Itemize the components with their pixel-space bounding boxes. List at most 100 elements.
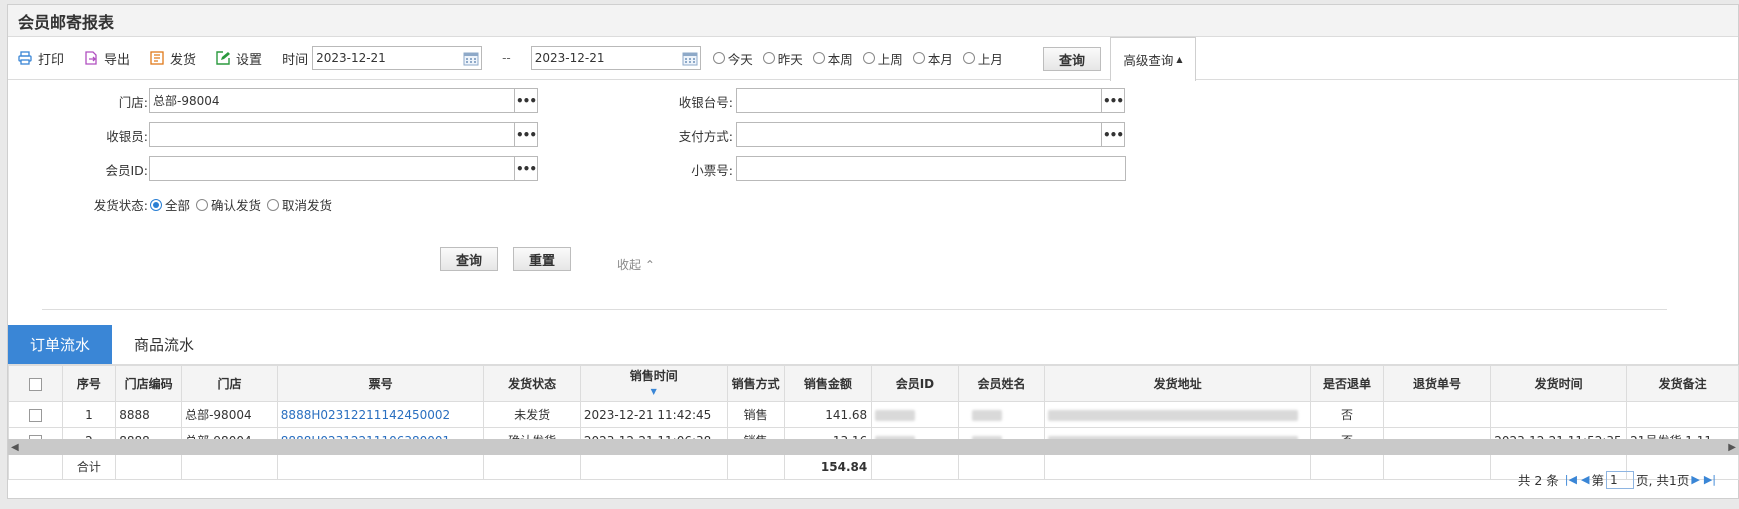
cell-address-redacted — [1044, 401, 1312, 428]
total-blank — [1044, 453, 1312, 480]
cell-store: 总部-98004 — [181, 401, 278, 428]
store-input[interactable]: 总部-98004 — [149, 88, 515, 113]
radio-circle — [962, 52, 975, 64]
range-last-month-radio[interactable]: 上月 — [962, 49, 1003, 68]
column-header[interactable]: 会员ID — [871, 365, 959, 402]
cell-refund-no — [1382, 401, 1492, 428]
scroll-right-icon[interactable]: ▶ — [1728, 442, 1736, 453]
settings-label: 设置 — [236, 52, 263, 68]
total-blank — [483, 453, 581, 480]
horizontal-scrollbar[interactable]: ◀ ▶ — [8, 439, 1739, 455]
next-page-icon[interactable]: ▶ — [1691, 473, 1699, 486]
status-all-radio[interactable]: 全部 — [150, 195, 190, 214]
prev-page-icon[interactable]: ◀ — [1581, 473, 1589, 486]
ship-status-group: 全部 确认发货 取消发货 — [150, 195, 342, 214]
column-header[interactable]: 发货备注 — [1626, 365, 1739, 402]
column-header[interactable]: 发货状态 — [483, 365, 581, 402]
print-button[interactable]: 打印 — [18, 49, 64, 68]
total-blank — [726, 453, 785, 480]
member-id-input[interactable] — [149, 156, 515, 181]
ship-label: 发货 — [170, 52, 197, 68]
range-last-week-radio[interactable]: 上周 — [862, 49, 903, 68]
column-header[interactable]: 序号 — [61, 365, 117, 402]
cashier-input[interactable] — [149, 122, 515, 147]
advanced-query-tab[interactable]: 高级查询 ▲ — [1110, 37, 1196, 81]
tab-order-flow[interactable]: 订单流水 — [8, 325, 112, 364]
register-picker-button[interactable]: ••• — [1101, 88, 1125, 113]
register-label: 收银台号: — [678, 95, 733, 110]
column-header[interactable]: 会员姓名 — [957, 365, 1046, 402]
receipt-input[interactable] — [736, 156, 1126, 181]
toolbar-query-button[interactable]: 查询 — [1043, 47, 1101, 71]
table-total-row: 合计 154.84 — [8, 453, 1739, 480]
column-header[interactable]: 发货地址 — [1044, 365, 1312, 402]
total-blank — [276, 453, 485, 480]
calendar-icon[interactable] — [461, 47, 481, 69]
status-cancelled-radio[interactable]: 取消发货 — [267, 195, 332, 214]
pagination: 共 2 条 |◀ ◀ 第 1 页, 共1页 ▶ ▶| — [1518, 470, 1718, 489]
payment-input[interactable] — [736, 122, 1102, 147]
table-row[interactable]: 1 8888 总部-98004 8888H02312211142450002 未… — [8, 401, 1739, 428]
calendar-icon[interactable] — [680, 47, 700, 69]
status-confirmed-label: 确认发货 — [211, 198, 262, 213]
payment-picker-button[interactable]: ••• — [1101, 122, 1125, 147]
column-header[interactable]: 票号 — [276, 365, 485, 402]
ship-button[interactable]: 发货 — [150, 49, 196, 68]
radio-circle — [862, 52, 875, 64]
report-tabs: 订单流水 商品流水 — [8, 325, 1738, 365]
column-header[interactable]: 退货单号 — [1382, 365, 1492, 402]
time-label: 时间 — [282, 52, 309, 68]
ship-status-label: 发货状态: — [93, 198, 148, 213]
first-page-icon[interactable]: |◀ — [1565, 473, 1577, 486]
select-all-cell[interactable] — [8, 365, 63, 402]
printer-icon — [18, 51, 32, 65]
range-this-week-radio[interactable]: 本周 — [812, 49, 853, 68]
range-today-label: 今天 — [727, 51, 753, 67]
export-button[interactable]: 导出 — [84, 49, 130, 68]
date-from-input[interactable]: 2023-12-21 — [312, 46, 483, 70]
ticket-link[interactable]: 8888H02312211142450002 — [281, 408, 450, 422]
settings-button[interactable]: 设置 — [216, 49, 262, 68]
column-header[interactable]: 门店编码 — [115, 365, 183, 402]
last-page-icon[interactable]: ▶| — [1704, 473, 1716, 486]
cashier-picker-button[interactable]: ••• — [514, 122, 538, 147]
redacted-blur — [971, 409, 1002, 421]
store-picker-button[interactable]: ••• — [514, 88, 538, 113]
cell-member-name-redacted — [957, 401, 1046, 428]
tab-product-flow[interactable]: 商品流水 — [112, 325, 216, 364]
column-header[interactable]: 是否退单 — [1310, 365, 1384, 402]
column-header[interactable]: 发货时间 — [1490, 365, 1628, 402]
row-select-cell[interactable] — [8, 401, 63, 428]
range-yesterday-radio[interactable]: 昨天 — [762, 49, 803, 68]
member-picker-button[interactable]: ••• — [514, 156, 538, 181]
quick-range-group: 今天 昨天 本周 上周 本月 上月 — [712, 49, 1013, 68]
date-to-input[interactable]: 2023-12-21 — [530, 46, 701, 70]
divider — [42, 309, 1667, 310]
range-this-month-radio[interactable]: 本月 — [912, 49, 953, 68]
column-header[interactable]: 门店 — [181, 365, 278, 402]
radio-circle-checked — [150, 198, 162, 211]
page-number-input[interactable]: 1 — [1605, 470, 1634, 489]
range-this-week-label: 本周 — [827, 51, 853, 67]
column-header[interactable]: 销售方式 — [726, 365, 785, 402]
radio-circle — [712, 52, 725, 64]
register-input[interactable] — [736, 88, 1102, 113]
scroll-left-icon[interactable]: ◀ — [11, 442, 19, 453]
collapse-link[interactable]: 收起 ⌃ — [617, 256, 655, 273]
range-today-radio[interactable]: 今天 — [712, 49, 753, 68]
column-header-sorted[interactable]: 销售时间 ▼ — [579, 365, 728, 402]
table-header-row: 序号 门店编码 门店 票号 发货状态 销售时间 ▼ 销售方式 销售金额 会员ID … — [8, 365, 1739, 402]
reset-button[interactable]: 重置 — [513, 247, 571, 271]
total-count: 共 2 条 — [1517, 473, 1559, 488]
cell-refund: 否 — [1310, 401, 1384, 428]
range-last-week-label: 上周 — [877, 51, 903, 67]
row-checkbox[interactable] — [28, 408, 42, 422]
select-all-checkbox[interactable] — [28, 377, 42, 391]
more-icon: ••• — [515, 127, 537, 142]
form-query-button[interactable]: 查询 — [440, 247, 498, 271]
column-header[interactable]: 销售金额 — [783, 365, 873, 402]
status-confirmed-radio[interactable]: 确认发货 — [196, 195, 261, 214]
cell-store-code: 8888 — [115, 401, 183, 428]
payment-label: 支付方式: — [678, 129, 733, 144]
orders-table: 序号 门店编码 门店 票号 发货状态 销售时间 ▼ 销售方式 销售金额 会员ID … — [8, 365, 1739, 480]
